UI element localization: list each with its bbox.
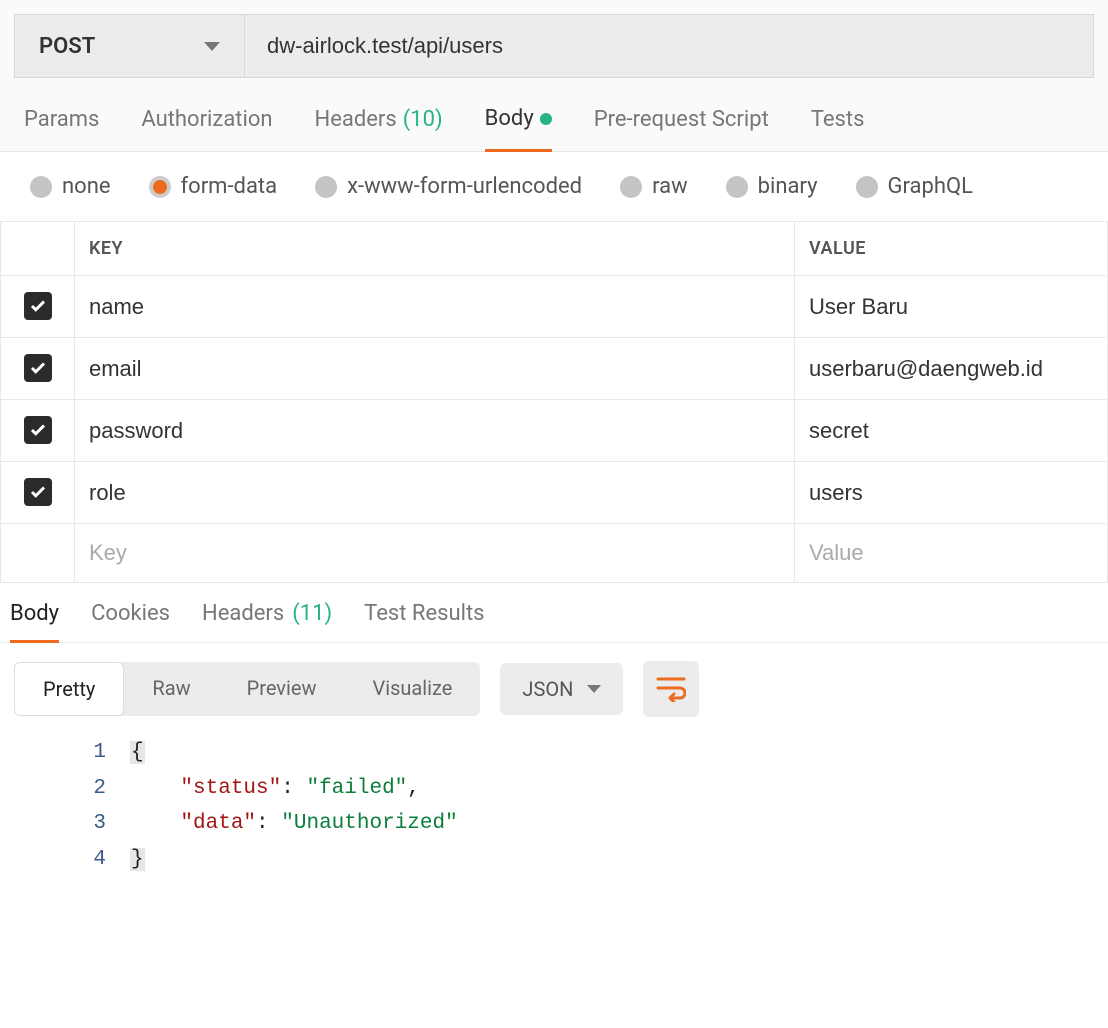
- json-key: "status": [180, 777, 281, 800]
- radio-icon: [620, 176, 642, 198]
- line-number: 2: [0, 771, 106, 807]
- line-number-gutter: 1 2 3 4: [0, 735, 130, 878]
- radio-icon: [315, 176, 337, 198]
- wrap-lines-button[interactable]: [643, 661, 699, 717]
- key-column-header: KEY: [75, 222, 795, 276]
- value-input[interactable]: [809, 418, 1093, 444]
- wrap-lines-icon: [656, 676, 686, 702]
- key-input-empty[interactable]: [89, 540, 780, 566]
- view-mode-group: Pretty Raw Preview Visualize: [14, 662, 480, 716]
- resp-tab-headers[interactable]: Headers (11): [202, 601, 332, 642]
- body-type-none-label: none: [62, 174, 111, 199]
- body-type-none[interactable]: none: [30, 174, 111, 199]
- resp-tab-body[interactable]: Body: [10, 601, 59, 643]
- request-url-input[interactable]: [244, 14, 1094, 78]
- key-input[interactable]: [89, 356, 780, 382]
- view-mode-pretty[interactable]: Pretty: [14, 662, 124, 716]
- check-icon: [29, 297, 47, 315]
- http-method-value: POST: [39, 34, 95, 59]
- radio-icon-selected: [149, 176, 171, 198]
- check-icon: [29, 359, 47, 377]
- http-method-select[interactable]: POST: [14, 14, 244, 78]
- chevron-down-icon: [204, 42, 220, 51]
- body-type-graphql-label: GraphQL: [888, 174, 973, 199]
- table-row-empty: [1, 524, 1108, 583]
- row-checkbox[interactable]: [24, 416, 52, 444]
- view-mode-visualize[interactable]: Visualize: [344, 662, 480, 716]
- body-type-urlencoded-label: x-www-form-urlencoded: [347, 174, 582, 199]
- body-indicator-dot: [540, 113, 552, 125]
- view-mode-preview[interactable]: Preview: [219, 662, 345, 716]
- tab-headers-label: Headers: [315, 107, 397, 132]
- json-key: "data": [180, 812, 256, 835]
- response-language-select[interactable]: JSON: [500, 663, 623, 715]
- row-checkbox[interactable]: [24, 354, 52, 382]
- resp-tab-headers-count: (11): [292, 601, 332, 628]
- checkbox-header: [1, 222, 75, 276]
- body-type-binary-label: binary: [758, 174, 818, 199]
- body-type-urlencoded[interactable]: x-www-form-urlencoded: [315, 174, 582, 199]
- tab-params[interactable]: Params: [24, 106, 99, 151]
- response-language-value: JSON: [522, 677, 573, 701]
- json-string: "failed": [306, 777, 407, 800]
- line-number: 1: [0, 735, 106, 771]
- response-body-editor[interactable]: 1 2 3 4 { "status": "failed", "data": "U…: [0, 735, 1108, 878]
- value-input[interactable]: [809, 356, 1093, 382]
- tab-tests[interactable]: Tests: [811, 106, 865, 151]
- key-input[interactable]: [89, 480, 780, 506]
- request-tabs: Params Authorization Headers (10) Body P…: [0, 78, 1108, 152]
- resp-tab-test-results[interactable]: Test Results: [364, 601, 484, 642]
- key-input[interactable]: [89, 418, 780, 444]
- check-icon: [29, 421, 47, 439]
- table-row: [1, 276, 1108, 338]
- body-type-graphql[interactable]: GraphQL: [856, 174, 973, 199]
- form-data-table: KEY VALUE: [0, 221, 1108, 583]
- tab-body[interactable]: Body: [485, 106, 552, 152]
- body-type-selector: none form-data x-www-form-urlencoded raw…: [0, 152, 1108, 221]
- table-row: [1, 338, 1108, 400]
- body-type-form-data-label: form-data: [181, 174, 278, 199]
- line-number: 3: [0, 806, 106, 842]
- value-input-empty[interactable]: [809, 540, 1093, 566]
- tab-headers[interactable]: Headers (10): [315, 106, 443, 151]
- body-type-raw[interactable]: raw: [620, 174, 688, 199]
- view-mode-raw[interactable]: Raw: [124, 662, 218, 716]
- line-number: 4: [0, 842, 106, 878]
- json-brace: }: [130, 848, 145, 871]
- tab-pre-request-script[interactable]: Pre-request Script: [594, 106, 769, 151]
- code-content: { "status": "failed", "data": "Unauthori…: [130, 735, 1108, 878]
- check-icon: [29, 483, 47, 501]
- body-type-form-data[interactable]: form-data: [149, 174, 278, 199]
- value-input[interactable]: [809, 480, 1093, 506]
- value-input[interactable]: [809, 294, 1093, 320]
- tab-headers-count: (10): [403, 107, 443, 132]
- table-row: [1, 400, 1108, 462]
- key-input[interactable]: [89, 294, 780, 320]
- radio-icon: [726, 176, 748, 198]
- row-checkbox[interactable]: [24, 292, 52, 320]
- json-string: "Unauthorized": [281, 812, 457, 835]
- body-type-raw-label: raw: [652, 174, 688, 199]
- body-type-binary[interactable]: binary: [726, 174, 818, 199]
- row-checkbox[interactable]: [24, 478, 52, 506]
- radio-icon: [30, 176, 52, 198]
- resp-tab-headers-label: Headers: [202, 601, 284, 628]
- tab-authorization[interactable]: Authorization: [141, 106, 272, 151]
- chevron-down-icon: [587, 685, 601, 693]
- table-row: [1, 462, 1108, 524]
- value-column-header: VALUE: [795, 222, 1108, 276]
- response-tabs: Body Cookies Headers (11) Test Results: [0, 583, 1108, 643]
- tab-body-label: Body: [485, 106, 534, 131]
- json-brace: {: [130, 741, 145, 764]
- radio-icon: [856, 176, 878, 198]
- response-toolbar: Pretty Raw Preview Visualize JSON: [0, 643, 1108, 735]
- resp-tab-cookies[interactable]: Cookies: [91, 601, 170, 642]
